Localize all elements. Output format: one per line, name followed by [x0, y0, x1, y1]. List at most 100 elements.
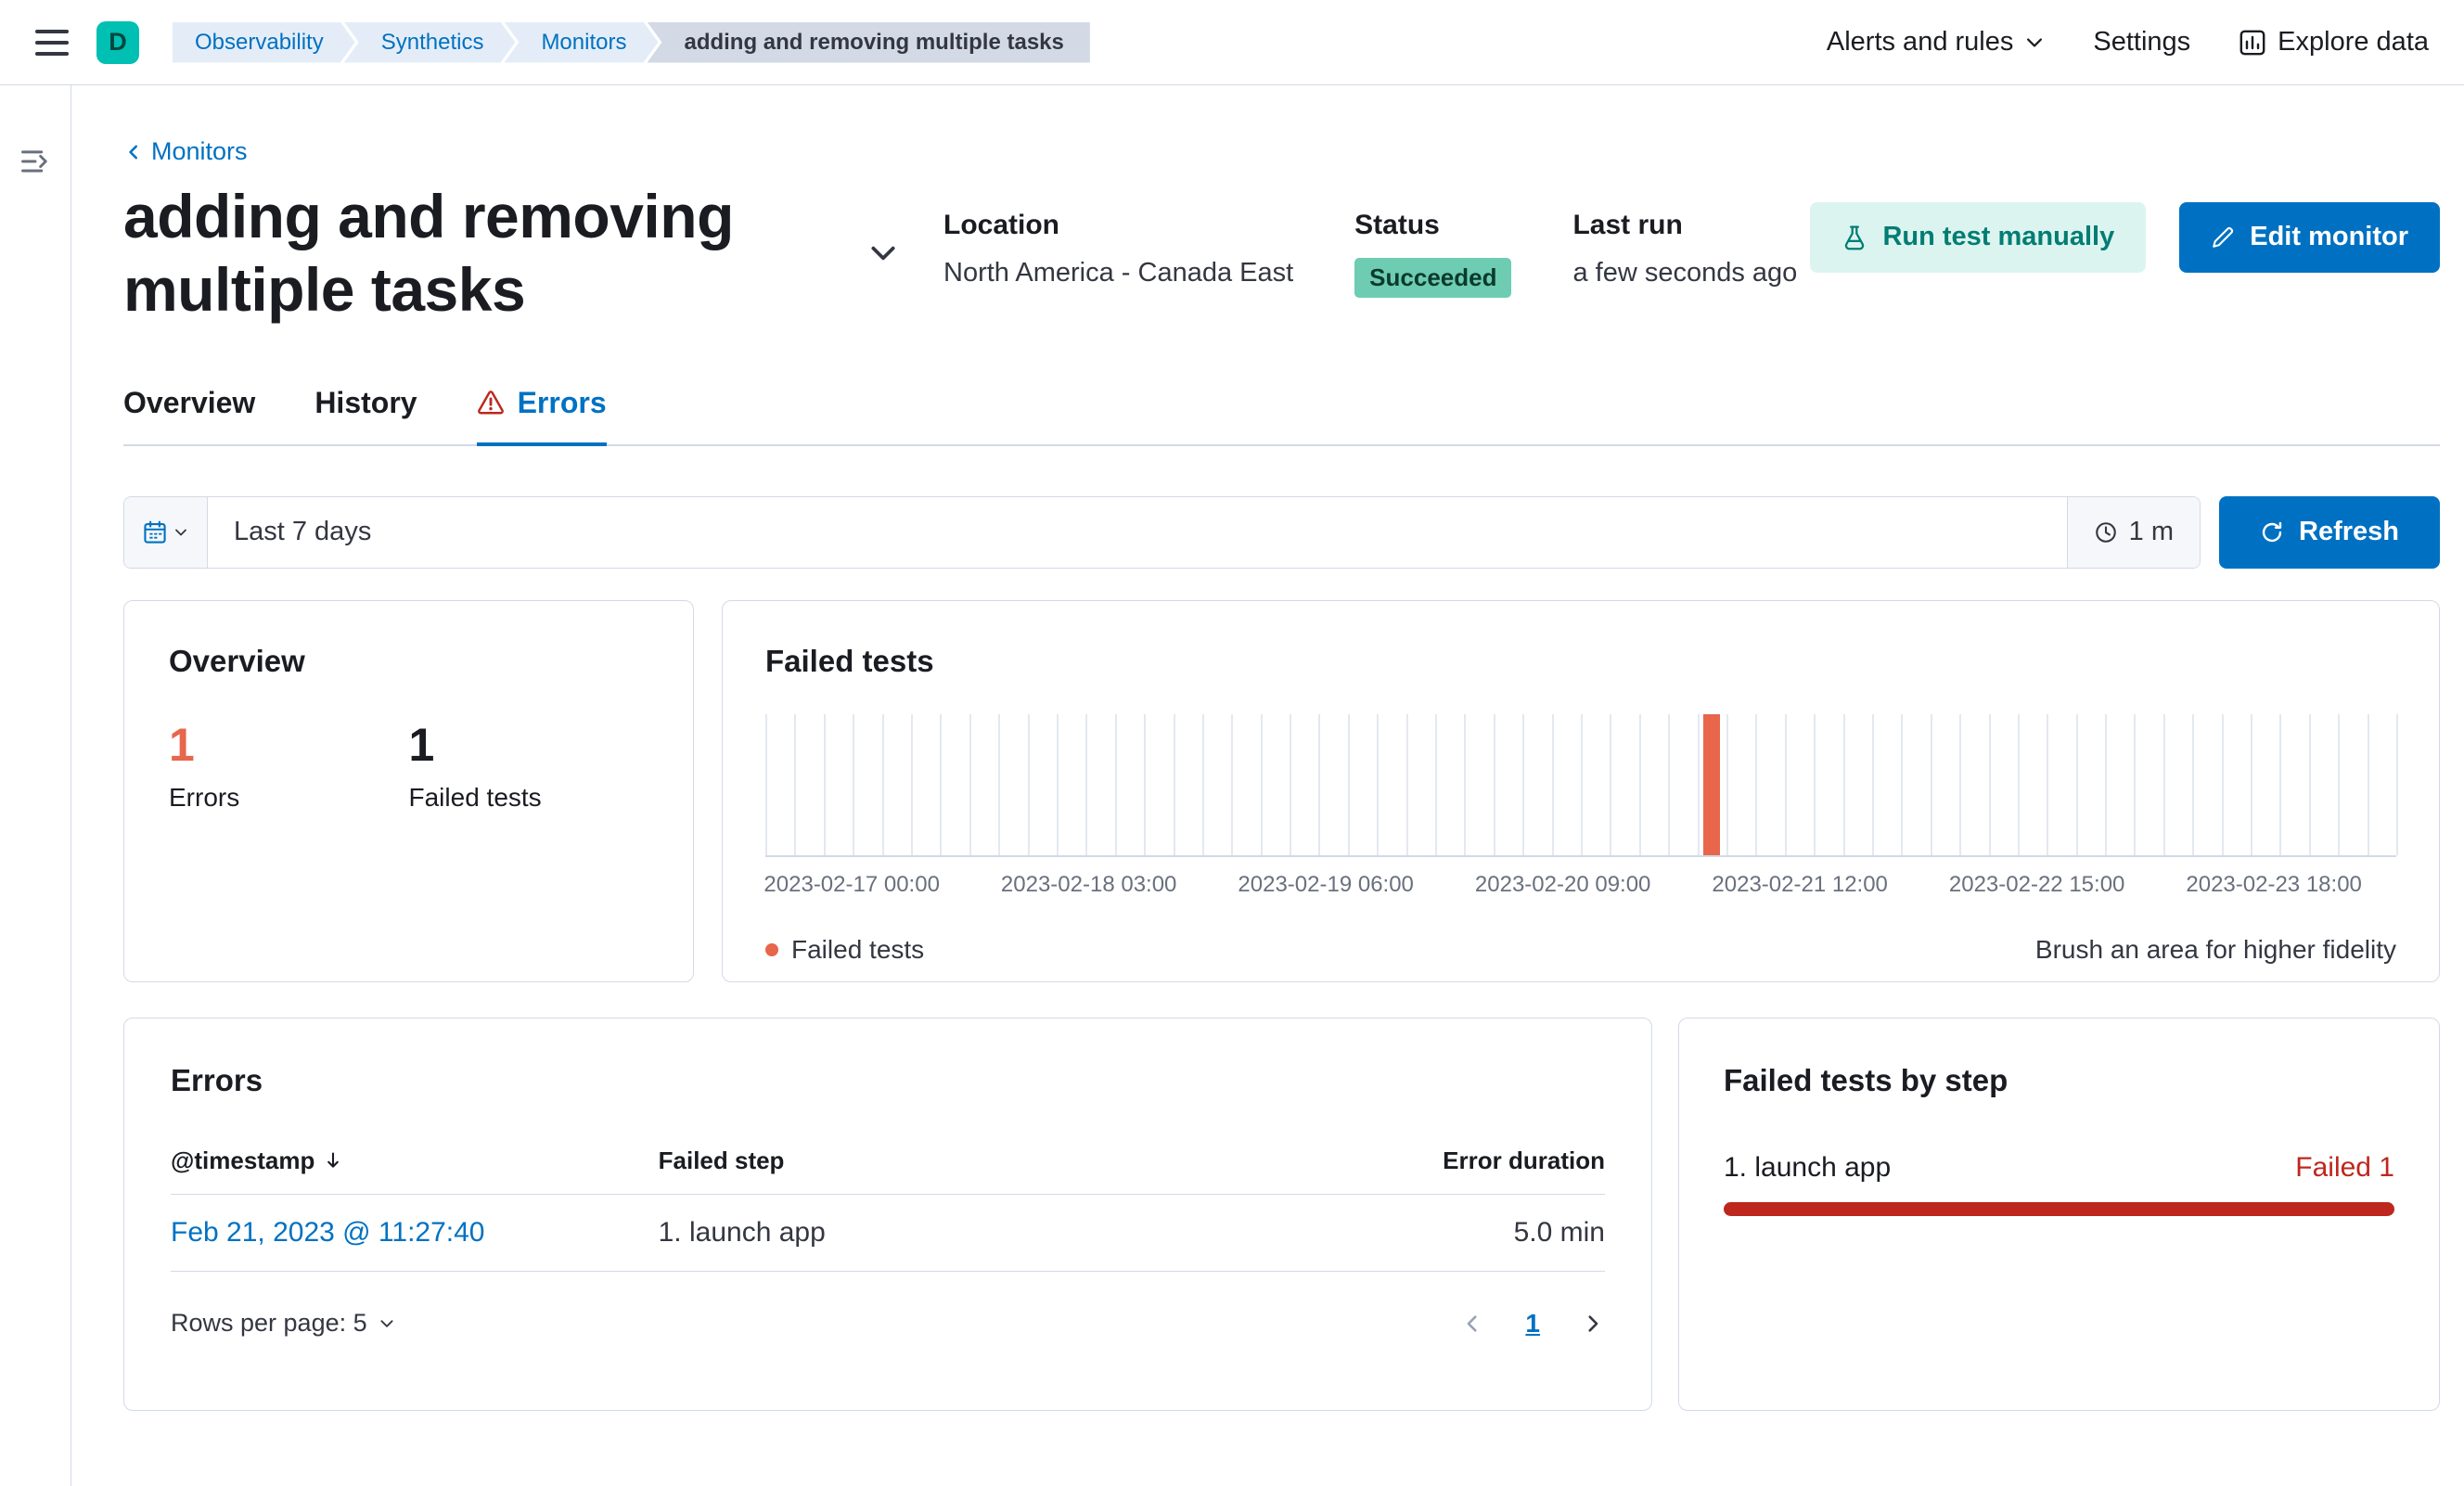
error-timestamp-link[interactable]: Feb 21, 2023 @ 11:27:40: [171, 1217, 484, 1248]
chart-gridline: [1347, 713, 1350, 855]
x-axis-tick-label: 2023-02-18 03:00: [1000, 871, 1177, 897]
tab-overview[interactable]: Overview: [123, 386, 255, 446]
warning-icon: [477, 389, 505, 416]
chart-gridline: [1755, 713, 1758, 855]
date-quick-select-button[interactable]: [124, 496, 208, 568]
chart-gridline: [1668, 713, 1671, 855]
step-name: 1. launch app: [1724, 1151, 1892, 1183]
legend-label: Failed tests: [791, 934, 925, 964]
refresh-button-label: Refresh: [2299, 517, 2399, 547]
x-axis-tick-label: 2023-02-22 15:00: [1948, 871, 2125, 897]
chart-gridline: [1290, 713, 1292, 855]
chart-gridline: [1260, 713, 1263, 855]
overview-panel-title: Overview: [169, 643, 305, 678]
page-title: adding and removing multiple tasks: [123, 181, 734, 324]
timestamp-column-label: @timestamp: [171, 1146, 315, 1174]
next-page-icon[interactable]: [1581, 1312, 1605, 1336]
stat-failed-tests: 1 Failed tests: [409, 722, 649, 813]
error-duration-column-label: Error duration: [1443, 1146, 1605, 1174]
page-number-1[interactable]: 1: [1525, 1309, 1540, 1339]
edit-monitor-label: Edit monitor: [2250, 222, 2408, 251]
failed-tests-plot[interactable]: [765, 713, 2398, 857]
menu-icon[interactable]: [35, 29, 69, 56]
main-content: Monitors adding and removing multiple ta…: [71, 85, 2464, 1486]
chart-gridline: [1201, 713, 1204, 855]
back-to-monitors-link[interactable]: Monitors: [123, 137, 248, 166]
run-test-manually-label: Run test manually: [1882, 222, 2115, 251]
tab-history-label: History: [314, 385, 417, 419]
refresh-interval-icon: [2094, 520, 2118, 544]
location-value: North America - Canada East: [943, 257, 1294, 288]
x-axis-tick-label: 2023-02-20 09:00: [1474, 871, 1651, 897]
chart-gridline: [1901, 713, 1904, 855]
breadcrumb-monitors[interactable]: Monitors: [504, 22, 658, 63]
breadcrumb: Observability Synthetics Monitors adding…: [173, 21, 1090, 63]
chart-gridline: [1144, 713, 1147, 855]
chart-gridline: [1493, 713, 1495, 855]
edit-monitor-button[interactable]: Edit monitor: [2179, 201, 2440, 273]
status-label: Status: [1354, 209, 1440, 240]
chart-gridline: [881, 713, 884, 855]
stat-errors-label: Errors: [169, 782, 240, 812]
nav-expand-icon[interactable]: [19, 145, 52, 1486]
brush-hint: Brush an area for higher fidelity: [2034, 934, 2396, 964]
chart-gridline: [765, 713, 767, 855]
chart-gridline: [1464, 713, 1467, 855]
space-avatar[interactable]: D: [96, 20, 139, 64]
explore-data-icon: [2239, 29, 2266, 57]
chevron-left-icon: [123, 142, 144, 162]
column-header-timestamp[interactable]: @timestamp: [171, 1147, 659, 1175]
chart-gridline: [1522, 713, 1525, 855]
monitor-meta: Location North America - Canada East Sta…: [943, 180, 1797, 298]
settings-link[interactable]: Settings: [2093, 27, 2190, 58]
step-row: 1. launch app Failed 1: [1724, 1152, 2394, 1184]
tab-errors[interactable]: Errors: [476, 386, 607, 446]
run-test-manually-button[interactable]: Run test manually: [1810, 201, 2147, 273]
failed-tests-bar[interactable]: [1703, 713, 1721, 855]
chart-gridline: [2251, 713, 2253, 855]
chart-gridline: [998, 713, 1001, 855]
legend-item-failed-tests[interactable]: Failed tests: [765, 935, 924, 965]
chart-gridline: [1114, 713, 1117, 855]
x-axis-tick-label: 2023-02-17 00:00: [764, 871, 940, 897]
refresh-button[interactable]: Refresh: [2219, 495, 2440, 569]
chevron-down-icon: [173, 525, 188, 540]
previous-page-icon[interactable]: [1460, 1312, 1484, 1336]
explore-data-link[interactable]: Explore data: [2239, 27, 2429, 58]
rows-per-page-label: Rows per page: 5: [171, 1309, 367, 1338]
chart-gridline: [1697, 713, 1700, 855]
status-badge: Succeeded: [1354, 257, 1512, 298]
breadcrumb-observability[interactable]: Observability: [173, 22, 355, 63]
stat-failed-tests-label: Failed tests: [408, 782, 542, 812]
failed-step-cell: 1. launch app: [658, 1216, 826, 1248]
x-axis-tick-label: 2023-02-23 18:00: [2186, 871, 2362, 897]
alerts-and-rules-menu[interactable]: Alerts and rules: [1827, 27, 2046, 58]
chart-gridline: [1842, 713, 1845, 855]
chart-gridline: [794, 713, 797, 855]
failed-tests-panel-title: Failed tests: [765, 643, 934, 678]
pencil-icon: [2211, 225, 2235, 250]
chart-gridline: [853, 713, 855, 855]
step-failed-count: Failed 1: [2295, 1151, 2394, 1183]
tab-history[interactable]: History: [314, 386, 417, 446]
chart-gridline: [1988, 713, 1991, 855]
chevron-down-icon: [2024, 32, 2045, 53]
chart-gridline: [1871, 713, 1874, 855]
chart-gridline: [1959, 713, 1962, 855]
date-range-value[interactable]: Last 7 days: [234, 517, 371, 547]
chart-gridline: [1814, 713, 1816, 855]
errors-panel-title: Errors: [171, 1062, 263, 1097]
chart-gridline: [2308, 713, 2311, 855]
meta-location: Location North America - Canada East: [943, 210, 1293, 298]
chart-gridline: [1231, 713, 1234, 855]
meta-status: Status Succeeded: [1354, 209, 1512, 298]
chart-gridline: [1056, 713, 1059, 855]
stat-errors-value: 1: [169, 718, 195, 771]
monitor-select-chevron-down-icon[interactable]: [867, 237, 899, 269]
rows-per-page-select[interactable]: Rows per page: 5: [171, 1309, 395, 1338]
stat-failed-tests-value: 1: [408, 718, 435, 771]
chart-gridline: [1085, 713, 1088, 855]
breadcrumb-synthetics[interactable]: Synthetics: [344, 22, 516, 63]
refresh-interval-control[interactable]: 1 m: [2066, 496, 2200, 568]
monitor-tabs: Overview History Errors: [123, 386, 2440, 446]
